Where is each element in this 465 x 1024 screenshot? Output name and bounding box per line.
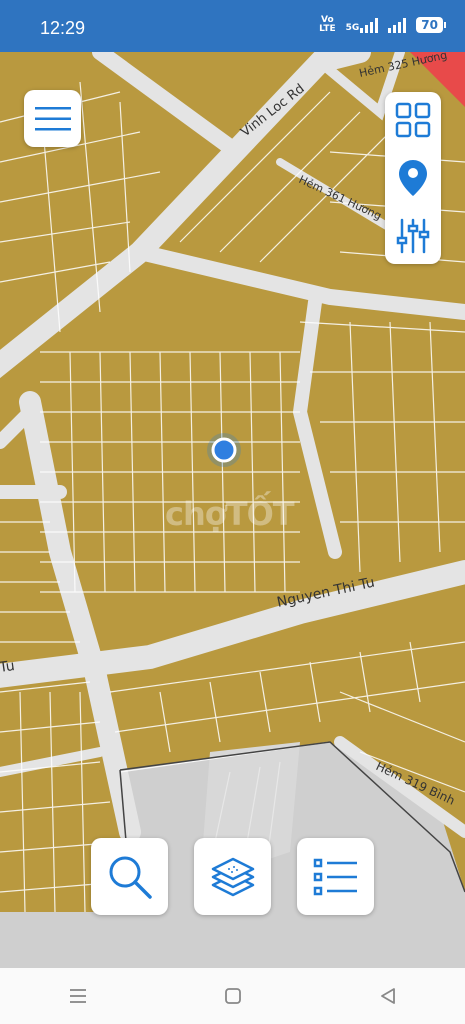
layers-icon [211,857,254,896]
hamburger-icon [34,106,71,130]
network-type: 5G [345,23,360,33]
bottom-action-bar [0,838,465,916]
menu-lines-icon [69,989,86,1003]
status-time: 12:29 [40,18,86,38]
filter-button[interactable] [385,208,441,264]
signal-bars-icon-2 [388,17,407,33]
menu-button[interactable] [24,90,81,147]
search-button[interactable] [91,838,168,915]
home-square-icon [224,988,241,1004]
grid-view-button[interactable] [385,92,441,148]
list-icon [313,858,357,895]
search-icon [109,856,152,899]
home-button[interactable] [203,976,263,1016]
battery-icon: 70 [416,17,446,33]
status-bar: 12:29 Vo LTE 5G 70 [0,0,465,52]
volte-bottom: LTE [319,24,336,34]
my-location-button[interactable] [385,150,441,206]
back-triangle-icon [380,988,395,1004]
recent-apps-button[interactable] [48,976,108,1016]
volte-indicator: Vo LTE [319,16,336,34]
layers-button[interactable] [194,838,271,915]
location-pin-icon [399,160,427,196]
back-button[interactable] [358,976,418,1016]
status-icons: Vo LTE 5G 70 [319,16,446,34]
grid-icon [395,102,431,138]
road-label-left-fragment: Tu [0,658,16,676]
sliders-icon [396,218,430,254]
list-button[interactable] [297,838,374,915]
map-toolbar [385,92,441,264]
current-location-dot [211,437,237,463]
cell-signal-5g: 5G [346,17,379,33]
signal-bars-icon [360,17,379,33]
system-nav-bar [0,968,465,1024]
